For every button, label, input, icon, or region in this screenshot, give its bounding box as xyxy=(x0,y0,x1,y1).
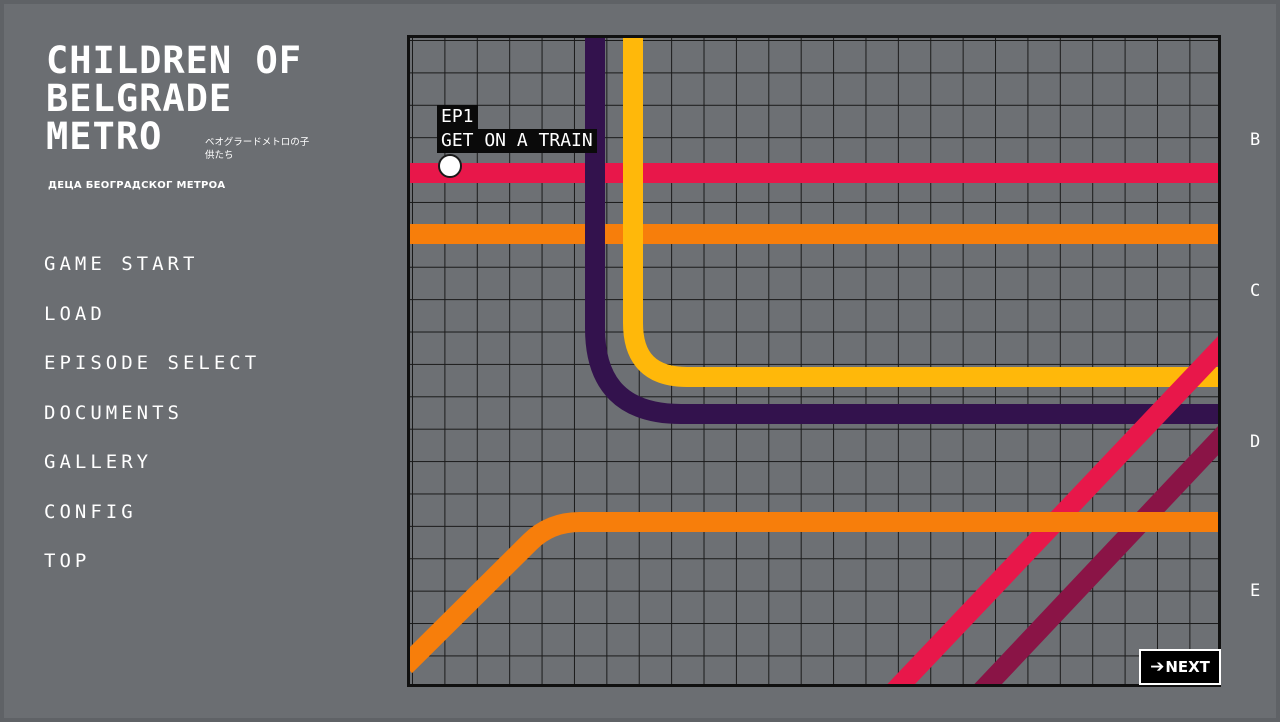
metro-line-yellow xyxy=(623,38,1218,387)
subtitle-japanese: ベオグラードメトロの子供たち xyxy=(205,137,310,161)
menu-item-gallery[interactable]: GALLERY xyxy=(44,450,260,500)
side-letter-d: D xyxy=(1250,432,1261,452)
subtitle-serbian: ДЕЦА БЕОГРАДСКОГ МЕТРОА xyxy=(48,180,226,191)
station-marker[interactable] xyxy=(438,154,462,178)
arrow-right-icon: ➔ xyxy=(1150,657,1165,677)
title-line: BELGRADE xyxy=(46,77,233,120)
side-letter-b: B xyxy=(1250,130,1261,150)
metro-line-red-diagonal xyxy=(887,336,1218,684)
main-menu: GAME START LOAD EPISODE SELECT DOCUMENTS… xyxy=(44,252,260,599)
next-label: NEXT xyxy=(1165,658,1210,676)
episode-label[interactable]: EP1 GET ON A TRAIN xyxy=(437,105,597,153)
next-button[interactable]: ➔ NEXT xyxy=(1139,649,1221,685)
metro-line-orange-lower xyxy=(410,512,1218,674)
side-letter-e: E xyxy=(1250,581,1261,601)
title-line: CHILDREN OF xyxy=(46,39,303,82)
menu-item-documents[interactable]: DOCUMENTS xyxy=(44,401,260,451)
menu-item-top[interactable]: TOP xyxy=(44,549,260,599)
menu-item-game-start[interactable]: GAME START xyxy=(44,252,260,302)
side-letter-c: C xyxy=(1250,281,1261,301)
menu-item-episode-select[interactable]: EPISODE SELECT xyxy=(44,351,260,401)
episode-number: EP1 xyxy=(437,105,478,129)
episode-title: GET ON A TRAIN xyxy=(437,129,597,153)
menu-item-load[interactable]: LOAD xyxy=(44,302,260,352)
menu-item-config[interactable]: CONFIG xyxy=(44,500,260,550)
